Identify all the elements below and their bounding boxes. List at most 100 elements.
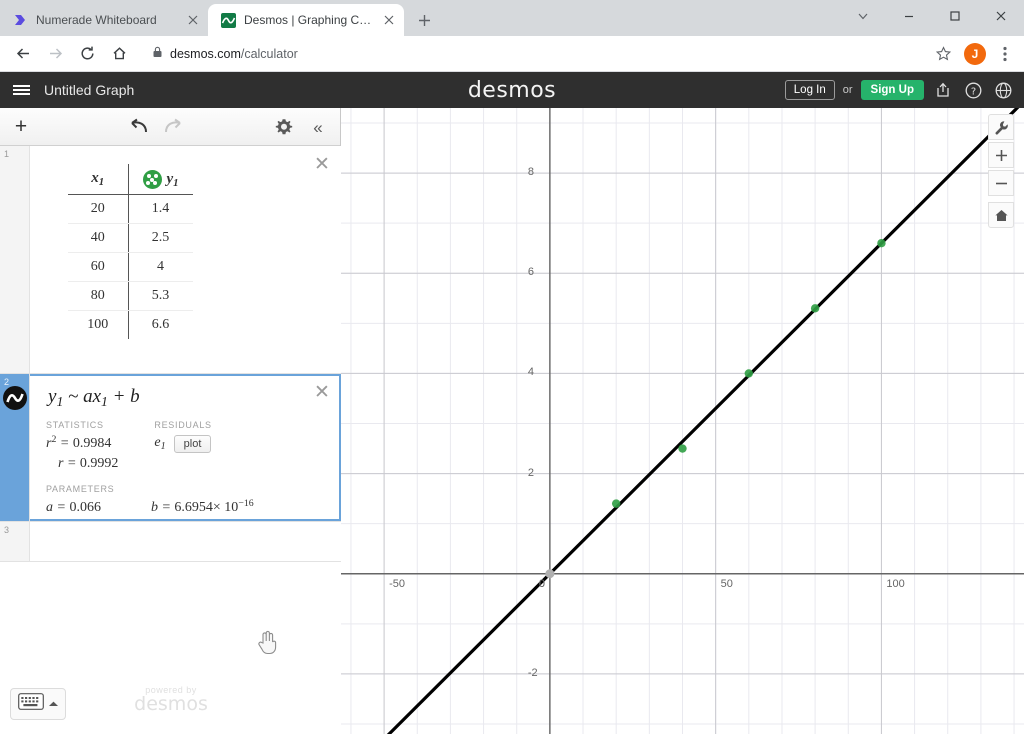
residual-variable: e1 bbox=[154, 433, 165, 454]
y-tick-label: 2 bbox=[528, 467, 534, 479]
signup-button[interactable]: Sign Up bbox=[861, 80, 924, 100]
table-row[interactable]: 60 4 bbox=[68, 253, 193, 282]
caret-up-icon[interactable] bbox=[48, 695, 59, 713]
keyboard-button[interactable] bbox=[10, 688, 66, 720]
graph-svg[interactable] bbox=[341, 108, 1024, 734]
column-header-x[interactable]: x1 bbox=[68, 164, 128, 195]
back-icon[interactable] bbox=[8, 39, 38, 69]
data-table[interactable]: x1 y1 bbox=[68, 164, 193, 339]
undo-icon[interactable] bbox=[126, 117, 152, 139]
cell-x[interactable]: 100 bbox=[68, 311, 128, 340]
mouse-cursor-hand-icon bbox=[256, 629, 278, 655]
cell-y[interactable]: 4 bbox=[128, 253, 193, 282]
cell-y[interactable]: 6.6 bbox=[128, 311, 193, 340]
close-icon[interactable] bbox=[380, 11, 398, 29]
keyboard-icon bbox=[18, 693, 44, 715]
column-header-y[interactable]: y1 bbox=[128, 164, 193, 195]
home-icon[interactable] bbox=[104, 39, 134, 69]
add-expression-button[interactable]: + bbox=[0, 108, 42, 146]
cell-x[interactable]: 80 bbox=[68, 282, 128, 311]
row-index: 3 bbox=[0, 522, 30, 561]
desmos-icon bbox=[220, 12, 236, 28]
wrench-icon[interactable] bbox=[988, 114, 1014, 140]
hamburger-icon[interactable] bbox=[0, 72, 42, 108]
address-bar[interactable]: desmos.com/calculator bbox=[142, 41, 924, 67]
maximize-icon[interactable] bbox=[932, 0, 978, 32]
cell-x[interactable]: 40 bbox=[68, 224, 128, 253]
home-icon[interactable] bbox=[988, 202, 1014, 228]
browser-menu-icon[interactable] bbox=[994, 41, 1016, 67]
zoom-in-icon[interactable] bbox=[988, 142, 1014, 168]
y-tick-label: 6 bbox=[528, 266, 534, 278]
cell-x[interactable]: 20 bbox=[68, 195, 128, 224]
row-index: 1 bbox=[0, 146, 30, 373]
zoom-out-icon[interactable] bbox=[988, 170, 1014, 196]
cell-y[interactable]: 1.4 bbox=[128, 195, 193, 224]
param-a-value: 0.066 bbox=[69, 500, 101, 515]
expression-row-regression[interactable]: 2 ✕ y1 ~ ax1 + b STATISTICS bbox=[0, 374, 341, 522]
minimize-icon[interactable] bbox=[886, 0, 932, 32]
chevron-down-icon[interactable] bbox=[840, 0, 886, 32]
r-stat: r = 0.9992 bbox=[46, 454, 118, 474]
url-host: desmos.com bbox=[170, 47, 241, 61]
close-window-icon[interactable] bbox=[978, 0, 1024, 32]
browser-tab-numerade[interactable]: Numerade Whiteboard bbox=[0, 4, 208, 36]
expression-row-table[interactable]: 1 ✕ x1 bbox=[0, 146, 341, 374]
regression-details: STATISTICS r2 = 0.9984 r = 0.9992 RESIDU… bbox=[46, 420, 329, 474]
cell-x[interactable]: 60 bbox=[68, 253, 128, 282]
plot-residuals-button[interactable]: plot bbox=[174, 435, 212, 453]
table-row[interactable]: 20 1.4 bbox=[68, 195, 193, 224]
cell-y[interactable]: 2.5 bbox=[128, 224, 193, 253]
new-tab-button[interactable] bbox=[410, 6, 438, 34]
language-icon[interactable] bbox=[992, 79, 1014, 101]
browser-tab-desmos[interactable]: Desmos | Graphing Calculator bbox=[208, 4, 404, 36]
login-button[interactable]: Log In bbox=[785, 80, 835, 100]
desmos-logo: desmos bbox=[412, 78, 612, 103]
x-tick-label: 100 bbox=[886, 578, 904, 590]
parameters-label: PARAMETERS bbox=[46, 484, 329, 494]
close-icon[interactable] bbox=[184, 11, 202, 29]
browser-tab-bar: Numerade Whiteboard Desmos | Graphing Ca… bbox=[0, 0, 1024, 36]
origin-marker bbox=[545, 569, 554, 578]
collapse-panel-button[interactable]: « bbox=[306, 116, 330, 140]
r-squared-value: 0.9984 bbox=[73, 436, 112, 451]
residuals-block: RESIDUALS e1 plot bbox=[154, 420, 211, 474]
page-title[interactable]: Untitled Graph bbox=[44, 82, 134, 98]
cell-y[interactable]: 5.3 bbox=[128, 282, 193, 311]
close-icon[interactable]: ✕ bbox=[311, 382, 333, 404]
powered-by-brand: desmos bbox=[131, 693, 211, 715]
share-icon[interactable] bbox=[932, 79, 954, 101]
regression-equation[interactable]: y1 ~ ax1 + b bbox=[48, 386, 329, 410]
powered-by-desmos: powered by desmos bbox=[131, 685, 211, 715]
reload-icon[interactable] bbox=[72, 39, 102, 69]
help-icon[interactable]: ? bbox=[962, 79, 984, 101]
avatar[interactable]: J bbox=[964, 43, 986, 65]
statistics-block: STATISTICS r2 = 0.9984 r = 0.9992 bbox=[46, 420, 118, 474]
graph-canvas[interactable]: -50050100-224680 bbox=[341, 108, 1024, 734]
x-tick-label: -50 bbox=[389, 578, 405, 590]
expression-row-empty[interactable]: 3 bbox=[0, 522, 341, 562]
window-controls bbox=[840, 0, 1024, 32]
x-tick-label: 50 bbox=[721, 578, 733, 590]
expression-panel: + « 1 ✕ bbox=[0, 108, 341, 734]
browser-toolbar: desmos.com/calculator J bbox=[0, 36, 1024, 72]
gear-icon[interactable] bbox=[274, 117, 296, 139]
regression-curve-icon[interactable] bbox=[3, 386, 27, 410]
table-row[interactable]: 100 6.6 bbox=[68, 311, 193, 340]
r-value: 0.9992 bbox=[80, 456, 119, 471]
panel-footer: powered by desmos bbox=[0, 680, 341, 734]
lock-icon bbox=[152, 46, 163, 61]
close-icon[interactable]: ✕ bbox=[311, 154, 333, 176]
table-body: ✕ x1 bbox=[30, 146, 341, 351]
empty-expression-input[interactable] bbox=[30, 522, 341, 562]
bookmark-star-icon[interactable] bbox=[930, 41, 956, 67]
green-dots-icon[interactable] bbox=[143, 170, 162, 189]
origin-label: 0 bbox=[539, 578, 545, 590]
expression-toolbar: + « bbox=[0, 108, 340, 146]
browser-tab-title: Numerade Whiteboard bbox=[36, 13, 176, 27]
numerade-icon bbox=[12, 12, 28, 28]
table-row[interactable]: 80 5.3 bbox=[68, 282, 193, 311]
statistics-label: STATISTICS bbox=[46, 420, 118, 430]
y-tick-label: 4 bbox=[528, 366, 534, 378]
table-row[interactable]: 40 2.5 bbox=[68, 224, 193, 253]
